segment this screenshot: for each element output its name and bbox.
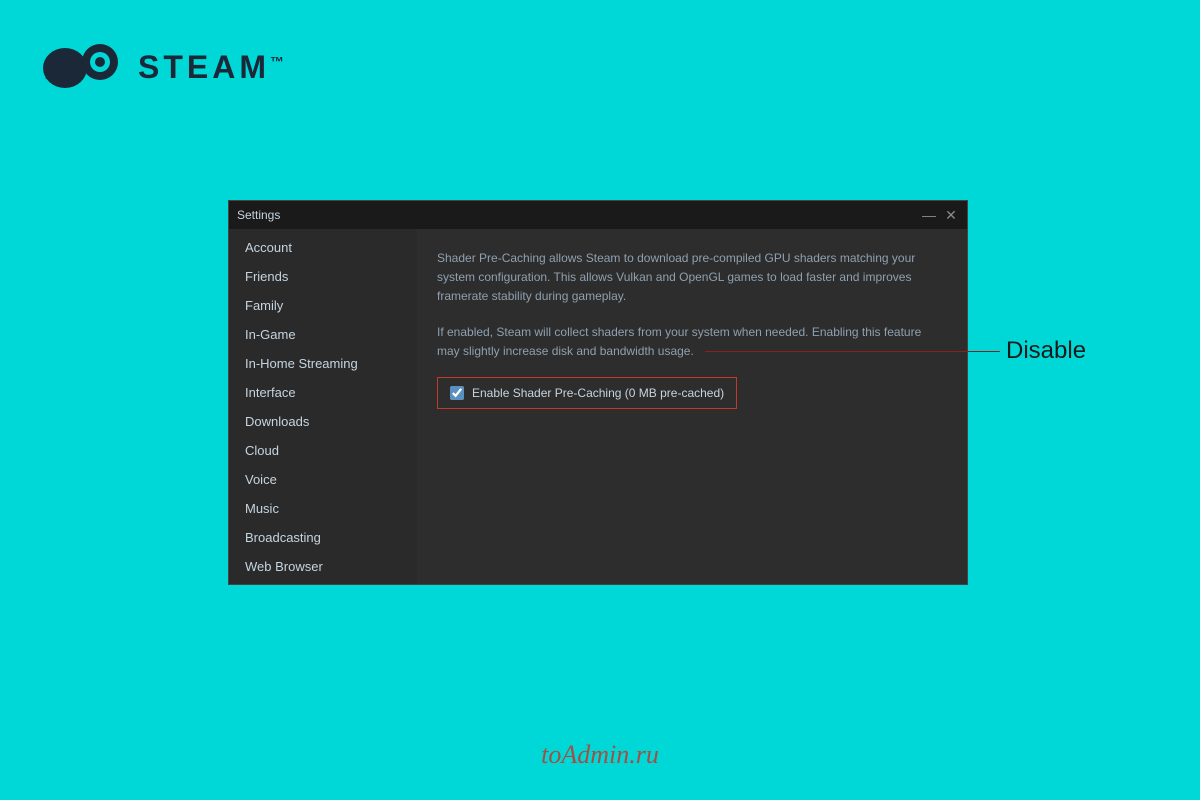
steam-logo: STEAM™ bbox=[40, 40, 288, 95]
steam-logo-text: STEAM™ bbox=[138, 49, 288, 86]
sidebar-item-cloud[interactable]: Cloud bbox=[229, 436, 417, 465]
sidebar-item-downloads[interactable]: Downloads bbox=[229, 407, 417, 436]
sidebar-item-music[interactable]: Music bbox=[229, 494, 417, 523]
sidebar-item-inhomestreaming[interactable]: In-Home Streaming bbox=[229, 349, 417, 378]
settings-window: Settings — ✕ Account Friends Family In-G… bbox=[228, 200, 968, 585]
sidebar-item-account[interactable]: Account bbox=[229, 233, 417, 262]
shader-precaching-checkbox-container: Enable Shader Pre-Caching (0 MB pre-cach… bbox=[437, 377, 737, 409]
content-area: Shader Pre-Caching allows Steam to downl… bbox=[417, 229, 967, 584]
window-body: Account Friends Family In-Game In-Home S… bbox=[229, 229, 967, 584]
sidebar-item-ingame[interactable]: In-Game bbox=[229, 320, 417, 349]
window-title: Settings bbox=[237, 208, 280, 222]
title-bar-controls: — ✕ bbox=[921, 208, 959, 222]
title-bar: Settings — ✕ bbox=[229, 201, 967, 229]
sidebar-item-voice[interactable]: Voice bbox=[229, 465, 417, 494]
sidebar: Account Friends Family In-Game In-Home S… bbox=[229, 229, 417, 584]
description-paragraph-1: Shader Pre-Caching allows Steam to downl… bbox=[437, 249, 947, 307]
sidebar-item-webbrowser[interactable]: Web Browser bbox=[229, 552, 417, 581]
disable-label: Disable bbox=[1006, 337, 1086, 365]
annotation-line bbox=[705, 351, 1000, 352]
sidebar-item-interface[interactable]: Interface bbox=[229, 378, 417, 407]
close-button[interactable]: ✕ bbox=[943, 208, 959, 222]
sidebar-item-broadcasting[interactable]: Broadcasting bbox=[229, 523, 417, 552]
minimize-button[interactable]: — bbox=[921, 208, 937, 222]
shader-precaching-checkbox[interactable] bbox=[450, 386, 464, 400]
sidebar-item-controller[interactable]: Controller bbox=[229, 581, 417, 584]
sidebar-item-family[interactable]: Family bbox=[229, 291, 417, 320]
shader-precaching-label[interactable]: Enable Shader Pre-Caching (0 MB pre-cach… bbox=[450, 386, 724, 400]
shader-precaching-text: Enable Shader Pre-Caching (0 MB pre-cach… bbox=[472, 386, 724, 400]
watermark: toAdmin.ru bbox=[541, 740, 659, 770]
steam-logo-icon bbox=[40, 40, 130, 95]
disable-annotation: Disable bbox=[705, 337, 1086, 365]
sidebar-item-friends[interactable]: Friends bbox=[229, 262, 417, 291]
